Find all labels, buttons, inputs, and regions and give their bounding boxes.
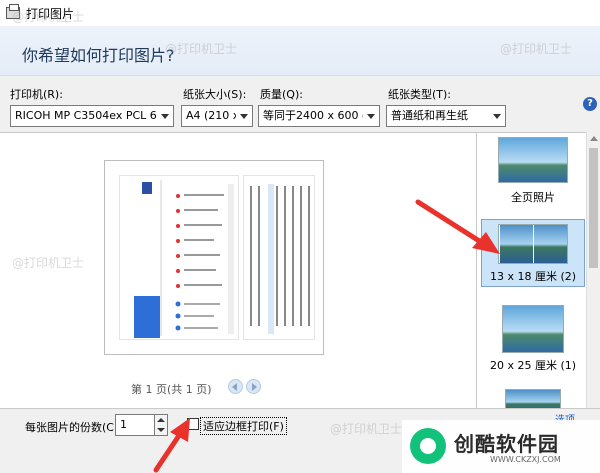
copies-input[interactable]: 1 bbox=[115, 414, 155, 436]
quality-value: 等同于2400 x 600 dpi bbox=[263, 109, 380, 122]
fit-to-frame-label[interactable]: 适应边框打印(F) bbox=[200, 417, 287, 435]
brand-name: 创酷软件园 bbox=[454, 432, 559, 456]
fit-to-frame-checkbox[interactable] bbox=[187, 418, 199, 430]
layout-item-next[interactable] bbox=[481, 389, 585, 408]
layout-item-20x25[interactable]: 20 x 25 厘米 (1) bbox=[481, 305, 585, 375]
layout-item-13x18[interactable]: 13 x 18 厘米 (2) bbox=[481, 219, 585, 287]
preview-page bbox=[104, 160, 324, 355]
layout-scrollbar[interactable] bbox=[586, 132, 600, 408]
two-up-thumbnail bbox=[498, 224, 568, 264]
paper-size-select[interactable]: A4 (210 x 2 bbox=[181, 105, 253, 127]
page-title: 你希望如何打印图片? bbox=[22, 46, 175, 65]
paper-type-value: 普通纸和再生纸 bbox=[391, 109, 468, 122]
brand-url: WWW.CKZXJ.COM bbox=[490, 455, 561, 464]
help-icon[interactable]: ? bbox=[583, 97, 597, 111]
single-photo-thumbnail bbox=[502, 305, 564, 353]
layout-list: 全页照片 13 x 18 厘米 (2) 20 x 25 厘米 (1) bbox=[476, 132, 600, 408]
scroll-up-icon[interactable] bbox=[590, 136, 598, 141]
printer-select[interactable]: RICOH MP C3504ex PCL 6 bbox=[10, 105, 174, 127]
paper-type-label: 纸张类型(T): bbox=[388, 88, 452, 101]
layout-item-full-page[interactable]: 全页照片 bbox=[481, 137, 585, 209]
decrement-icon[interactable] bbox=[157, 428, 165, 432]
brand-logo-icon bbox=[410, 428, 446, 464]
preview-photo bbox=[119, 175, 239, 340]
increment-icon[interactable] bbox=[157, 418, 165, 422]
printer-label: 打印机(R): bbox=[10, 88, 63, 101]
window-title: 打印图片 bbox=[26, 6, 75, 21]
printer-icon bbox=[6, 4, 20, 19]
chevron-down-icon[interactable] bbox=[363, 106, 379, 126]
chevron-down-icon[interactable] bbox=[489, 106, 505, 126]
brand-watermark: 创酷软件园 WWW.CKZXJ.COM bbox=[402, 420, 600, 473]
screenshot-thumbnail bbox=[134, 180, 234, 338]
layout-label: 全页照片 bbox=[511, 191, 555, 204]
header: 你希望如何打印图片? bbox=[0, 26, 600, 76]
quality-label: 质量(Q): bbox=[260, 88, 303, 101]
copies-stepper[interactable] bbox=[155, 414, 168, 436]
layout-label: 20 x 25 厘米 (1) bbox=[489, 359, 577, 372]
preview-photo bbox=[243, 175, 315, 340]
chevron-down-icon[interactable] bbox=[236, 106, 252, 126]
full-page-thumbnail bbox=[498, 137, 568, 183]
page-indicator: 第 1 页(共 1 页) bbox=[131, 383, 212, 396]
layout-thumbnail bbox=[505, 389, 561, 408]
next-page-button[interactable] bbox=[246, 379, 261, 394]
paper-size-label: 纸张大小(S): bbox=[183, 88, 247, 101]
paper-type-select[interactable]: 普通纸和再生纸 bbox=[386, 105, 506, 127]
layout-label: 13 x 18 厘米 (2) bbox=[489, 270, 577, 283]
quality-select[interactable]: 等同于2400 x 600 dpi bbox=[258, 105, 380, 127]
printer-value: RICOH MP C3504ex PCL 6 bbox=[15, 109, 157, 122]
scrollbar-thumb[interactable] bbox=[589, 148, 598, 268]
print-preview: 第 1 页(共 1 页) bbox=[0, 132, 476, 408]
chevron-down-icon[interactable] bbox=[157, 106, 173, 126]
print-settings: 打印机(R): RICOH MP C3504ex PCL 6 纸张大小(S): … bbox=[0, 76, 600, 132]
table-thumbnail bbox=[250, 184, 310, 334]
title-bar: 打印图片 bbox=[0, 0, 600, 26]
copies-label: 每张图片的份数(C): bbox=[25, 421, 122, 434]
previous-page-button[interactable] bbox=[228, 379, 243, 394]
